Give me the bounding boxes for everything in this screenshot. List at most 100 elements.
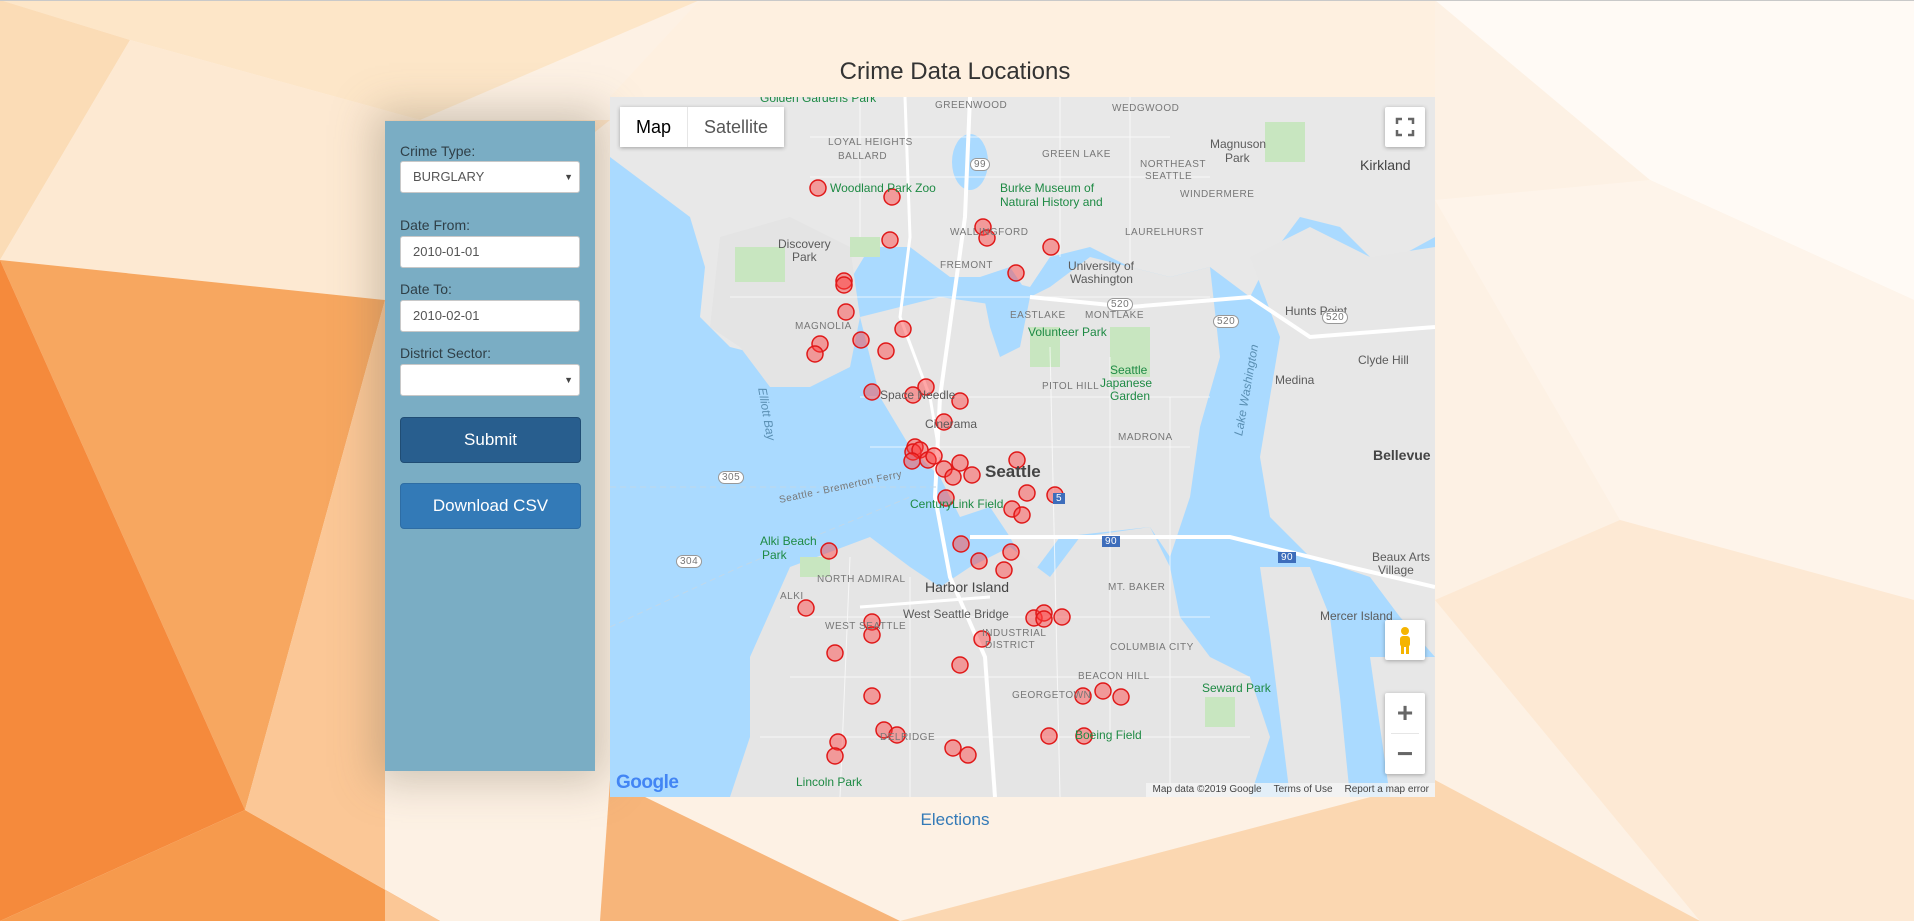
crime-type-value: BURGLARY [413, 169, 485, 184]
crime-marker[interactable] [835, 276, 853, 294]
chevron-down-icon: ▼ [564, 375, 573, 385]
map-label: WINDERMERE [1180, 189, 1255, 200]
map-label: FREMONT [940, 260, 993, 271]
fullscreen-button[interactable] [1385, 107, 1425, 147]
crime-marker[interactable] [863, 687, 881, 705]
crime-marker[interactable] [797, 599, 815, 617]
terms-of-use-link[interactable]: Terms of Use [1274, 783, 1333, 797]
highway-shield: 305 [718, 471, 745, 484]
elections-link[interactable]: Elections [610, 810, 1300, 830]
map-label: Harbor Island [925, 579, 1010, 595]
crime-marker[interactable] [963, 466, 981, 484]
crime-marker[interactable] [995, 561, 1013, 579]
map-label: WEDGWOOD [1112, 103, 1180, 114]
crime-marker[interactable] [970, 552, 988, 570]
zoom-control: + − [1385, 693, 1425, 774]
fullscreen-icon [1395, 117, 1415, 137]
map-label: Boeing Field [1075, 728, 1142, 742]
crime-marker[interactable] [1013, 506, 1031, 524]
street-view-pegman-button[interactable] [1385, 620, 1425, 660]
date-from-label: Date From: [400, 217, 471, 233]
report-map-error-link[interactable]: Report a map error [1345, 783, 1429, 797]
map-label: LAURELHURST [1125, 227, 1204, 238]
crime-marker[interactable] [829, 733, 847, 751]
map-label: University of [1068, 259, 1135, 273]
crime-marker[interactable] [944, 468, 962, 486]
crime-marker[interactable] [809, 179, 827, 197]
map-label: WEST SEATTLE [825, 621, 907, 632]
map-label: Park [792, 250, 817, 264]
map-label: Woodland Park Zoo [830, 181, 936, 195]
highway-shield: 304 [676, 555, 703, 568]
map-label: LOYAL HEIGHTS [828, 137, 913, 148]
page-title: Crime Data Locations [839, 58, 1071, 85]
map-attribution: Map data ©2019 Google Terms of Use Repor… [1146, 783, 1435, 797]
map-label: BALLARD [838, 151, 888, 162]
crime-marker[interactable] [903, 452, 921, 470]
crime-marker[interactable] [806, 345, 824, 363]
map-label: Alki Beach [760, 534, 817, 548]
map-label: WALLINGFORD [950, 227, 1029, 238]
district-sector-label: District Sector: [400, 345, 492, 361]
google-logo[interactable]: Google [616, 772, 679, 794]
map-label: Kirkland [1360, 157, 1411, 173]
crime-marker[interactable] [894, 320, 912, 338]
crime-marker[interactable] [820, 542, 838, 560]
map-label: Volunteer Park [1028, 325, 1107, 339]
crime-marker[interactable] [1040, 727, 1058, 745]
crime-marker[interactable] [881, 231, 899, 249]
date-to-input[interactable]: 2010-02-01 [400, 300, 580, 332]
crime-marker[interactable] [1002, 543, 1020, 561]
crime-marker[interactable] [1053, 608, 1071, 626]
crime-marker[interactable] [826, 747, 844, 765]
crime-marker[interactable] [951, 656, 969, 674]
submit-button[interactable]: Submit [400, 417, 581, 463]
highway-shield: 99 [970, 158, 991, 171]
crime-marker[interactable] [959, 746, 977, 764]
crime-marker[interactable] [1007, 264, 1025, 282]
map-label: GREENWOOD [935, 100, 1008, 111]
map-label: Magnuson [1210, 137, 1267, 151]
date-from-input[interactable]: 2010-01-01 [400, 236, 580, 268]
crime-type-select[interactable]: BURGLARY ▼ [400, 161, 580, 193]
crime-marker[interactable] [837, 303, 855, 321]
map-label: Seattle [1110, 363, 1148, 377]
map-label: Bellevue [1373, 447, 1431, 463]
map-label: EASTLAKE [1010, 310, 1066, 321]
map-label: NORTH ADMIRAL [817, 574, 906, 585]
filter-panel: Crime Type: BURGLARY ▼ Date From: 2010-0… [385, 121, 595, 771]
crime-marker[interactable] [863, 383, 881, 401]
map-label: Mercer Island [1320, 609, 1393, 623]
map-type-map-button[interactable]: Map [620, 107, 689, 147]
map-label: Village [1378, 563, 1414, 577]
crime-marker[interactable] [944, 739, 962, 757]
crime-marker[interactable] [852, 331, 870, 349]
map-label: Discovery [778, 237, 831, 251]
map-label: Natural History and [1000, 195, 1103, 209]
map-view[interactable]: Golden Gardens Park GREENWOOD LOYAL HEIG… [610, 97, 1435, 797]
map-type-satellite-button[interactable]: Satellite [688, 107, 784, 147]
crime-marker[interactable] [1112, 688, 1130, 706]
crime-marker[interactable] [1094, 682, 1112, 700]
date-to-label: Date To: [400, 281, 452, 297]
map-label: DISTRICT [985, 640, 1036, 651]
map-label: GEORGETOWN [1012, 690, 1092, 701]
zoom-out-button[interactable]: − [1385, 734, 1425, 774]
map-label: Medina [1275, 373, 1315, 387]
crime-marker[interactable] [826, 644, 844, 662]
highway-shield: 520 [1322, 311, 1349, 324]
map-label: Golden Gardens Park [760, 97, 877, 105]
highway-shield: 5 [1053, 493, 1066, 504]
district-sector-select[interactable]: ▼ [400, 364, 580, 396]
zoom-in-button[interactable]: + [1385, 693, 1425, 733]
pegman-icon [1400, 627, 1410, 654]
download-csv-button[interactable]: Download CSV [400, 483, 581, 529]
crime-marker[interactable] [1035, 610, 1053, 628]
crime-marker[interactable] [952, 535, 970, 553]
highway-shield: 520 [1107, 298, 1134, 311]
map-label: MONTLAKE [1085, 310, 1145, 321]
crime-marker[interactable] [1042, 238, 1060, 256]
highway-shield: 90 [1278, 552, 1297, 563]
crime-marker[interactable] [877, 342, 895, 360]
crime-marker[interactable] [1018, 484, 1036, 502]
